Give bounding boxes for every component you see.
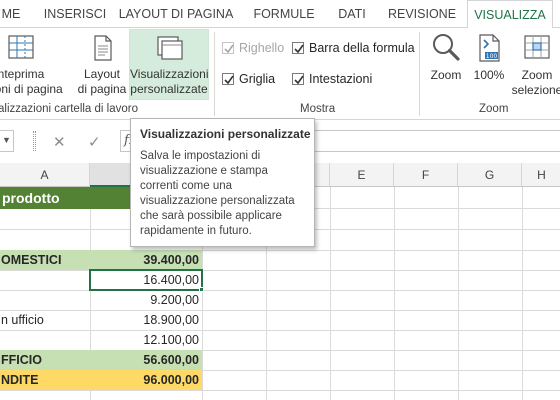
formula-bar-check-box (292, 42, 304, 54)
check-icon[interactable]: ✓ (88, 133, 101, 151)
svg-text:100: 100 (486, 53, 498, 60)
total-row-value[interactable]: 96.000,00 (90, 370, 202, 390)
custom-views-label-1: Visualizzazioni (130, 67, 209, 81)
zoom-to-selection-button[interactable]: Zoom selezione (510, 30, 560, 100)
tooltip-line: visualizzazione personalizzata (140, 195, 295, 207)
table-cell-value[interactable]: 9.200,00 (90, 290, 202, 310)
tab-formulas[interactable]: FORMULE (248, 0, 320, 28)
zoom-button[interactable]: Zoom (426, 30, 466, 100)
gridlines-check-box (222, 73, 234, 85)
tab-review[interactable]: REVISIONE (384, 0, 460, 28)
zoom-label: Zoom (430, 68, 462, 82)
grid-line (0, 330, 560, 331)
gridlines-checkbox[interactable]: Griglia (222, 72, 275, 86)
tooltip-title: Visualizzazioni personalizzate (140, 127, 311, 141)
zoom-100-button[interactable]: 100 100% (470, 30, 508, 100)
column-header-a[interactable]: A (0, 163, 90, 187)
ruler-label: Righello (239, 41, 285, 55)
table-cell-value[interactable]: 12.100,00 (90, 330, 202, 350)
column-header-f[interactable]: F (394, 163, 458, 187)
check-icon (224, 44, 234, 54)
zoom-100-label: 100% (473, 68, 505, 82)
resize-handle-icon[interactable] (33, 131, 36, 151)
zoom-to-selection-icon (524, 35, 550, 59)
custom-views-label-2: personalizzate (130, 82, 208, 96)
tab-data[interactable]: DATI (330, 0, 374, 28)
table-cell-label[interactable]: n ufficio (0, 310, 90, 330)
check-icon (294, 75, 304, 85)
zoom-to-selection-label-1: Zoom (521, 68, 553, 82)
zoom-magnifier-icon (433, 34, 460, 61)
page-layout-label-1: Layout (83, 67, 121, 81)
ruler-checkbox[interactable]: Righello (222, 41, 284, 55)
tooltip-line: rapidamente in futuro. (140, 225, 252, 237)
tab-insert[interactable]: INSERISCI (42, 0, 108, 28)
views-group-label: alizzazioni cartella di lavoro (0, 103, 138, 115)
column-header-h[interactable]: H (522, 163, 560, 187)
page-layout-icon (94, 35, 112, 61)
show-group-label: Mostra (300, 103, 336, 115)
ribbon-panel: nteprima ioni di pagina Layout di pagina… (0, 28, 560, 120)
grid-line (330, 187, 331, 400)
page-break-preview-button[interactable]: nteprima ioni di pagina (0, 30, 63, 100)
page-break-preview-icon (8, 35, 34, 59)
tooltip-line: Salva le impostazioni di (140, 150, 261, 162)
fill-handle[interactable] (199, 287, 204, 292)
group-separator (214, 32, 215, 116)
group-row-value[interactable]: 39.400,00 (90, 250, 202, 270)
page-layout-button[interactable]: Layout di pagina (76, 30, 128, 100)
grid-line (0, 290, 560, 291)
group-separator (419, 32, 420, 116)
check-icon (294, 44, 304, 54)
zoom-group-label: Zoom (479, 103, 509, 115)
headings-check-box (292, 73, 304, 85)
tab-home[interactable]: ME (0, 0, 22, 28)
formula-bar-checkbox[interactable]: Barra della formula (292, 41, 415, 55)
page-break-preview-label-2: ioni di pagina (0, 82, 63, 96)
tooltip-line: correnti come una (140, 180, 233, 192)
headings-checkbox[interactable]: Intestazioni (292, 72, 372, 86)
active-cell-selection[interactable] (89, 269, 203, 291)
ruler-check-box (222, 42, 234, 54)
tab-page-layout[interactable]: LAYOUT DI PAGINA (116, 0, 236, 28)
column-header-e[interactable]: E (330, 163, 394, 187)
grid-line (0, 390, 560, 391)
zoom-100-icon: 100 (479, 34, 500, 62)
grid-line (458, 187, 459, 400)
grid-line (394, 187, 395, 400)
grid-line (0, 270, 560, 271)
table-cell-value[interactable]: 18.900,00 (90, 310, 202, 330)
tab-view[interactable]: VISUALIZZA (467, 0, 553, 29)
check-icon (224, 75, 234, 85)
column-header-g[interactable]: G (458, 163, 522, 187)
gridlines-label: Griglia (239, 72, 276, 86)
zoom-to-selection-label-2: selezione (511, 83, 560, 97)
close-icon[interactable]: ✕ (53, 133, 66, 151)
headings-label: Intestazioni (309, 72, 373, 86)
page-layout-label-2: di pagina (77, 82, 127, 96)
tooltip-line: che sarà possibile applicare (140, 210, 282, 222)
group-row-value[interactable]: 56.600,00 (90, 350, 202, 370)
custom-views-tooltip: Visualizzazioni personalizzate Salva le … (130, 118, 315, 247)
ribbon-tabs: ME INSERISCI LAYOUT DI PAGINA FORMULE DA… (0, 0, 560, 29)
custom-views-button[interactable]: Visualizzazioni personalizzate (129, 29, 209, 100)
custom-views-icon (157, 36, 183, 60)
page-break-preview-label-1: nteprima (0, 67, 45, 81)
name-box-dropdown-icon[interactable]: ▼ (2, 135, 11, 145)
tooltip-line: visualizzazione e stampa (140, 165, 268, 177)
grid-line (522, 187, 523, 400)
formula-bar-label: Barra della formula (309, 41, 415, 55)
